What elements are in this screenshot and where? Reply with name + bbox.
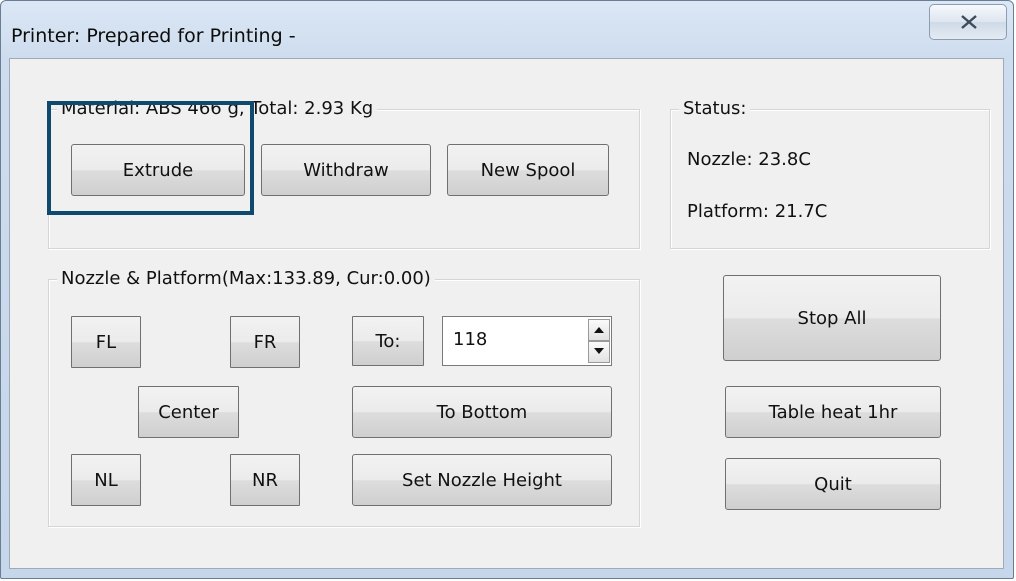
spin-down-button[interactable]: [588, 341, 610, 363]
title-bar[interactable]: Printer: Prepared for Printing -: [1, 1, 1015, 59]
extrude-button[interactable]: Extrude: [71, 144, 245, 196]
close-button[interactable]: [929, 4, 1007, 40]
height-spin-input[interactable]: 118: [442, 316, 612, 366]
platform-temp-label: Platform: 21.7C: [687, 201, 828, 222]
stop-all-button[interactable]: Stop All: [723, 275, 941, 361]
nozzle-temp-label: Nozzle: 23.8C: [687, 149, 811, 170]
window-title: Printer: Prepared for Printing -: [11, 25, 296, 47]
arrow-up-icon: [594, 327, 604, 333]
set-nozzle-height-button[interactable]: Set Nozzle Height: [352, 454, 612, 506]
to-bottom-button[interactable]: To Bottom: [352, 386, 612, 438]
dialog-client-area: Material: ABS 466 g, Total: 2.93 Kg Extr…: [9, 58, 1004, 569]
status-group: Status:: [670, 96, 990, 249]
spin-up-button[interactable]: [588, 319, 610, 341]
table-heat-button[interactable]: Table heat 1hr: [725, 386, 941, 438]
close-icon: [961, 15, 977, 29]
to-button[interactable]: To:: [352, 316, 424, 366]
front-left-button[interactable]: FL: [71, 316, 141, 368]
material-legend: Material: ABS 466 g, Total: 2.93 Kg: [57, 96, 378, 122]
status-legend: Status:: [679, 96, 751, 122]
near-left-button[interactable]: NL: [71, 454, 141, 506]
front-right-button[interactable]: FR: [230, 316, 300, 368]
nozzle-platform-legend: Nozzle & Platform(Max:133.89, Cur:0.00): [57, 266, 435, 292]
new-spool-button[interactable]: New Spool: [447, 144, 609, 196]
arrow-down-icon: [594, 348, 604, 354]
near-right-button[interactable]: NR: [230, 454, 300, 506]
center-button[interactable]: Center: [138, 386, 239, 438]
quit-button[interactable]: Quit: [725, 458, 941, 510]
height-spin-value[interactable]: 118: [453, 329, 487, 350]
withdraw-button[interactable]: Withdraw: [261, 144, 431, 196]
